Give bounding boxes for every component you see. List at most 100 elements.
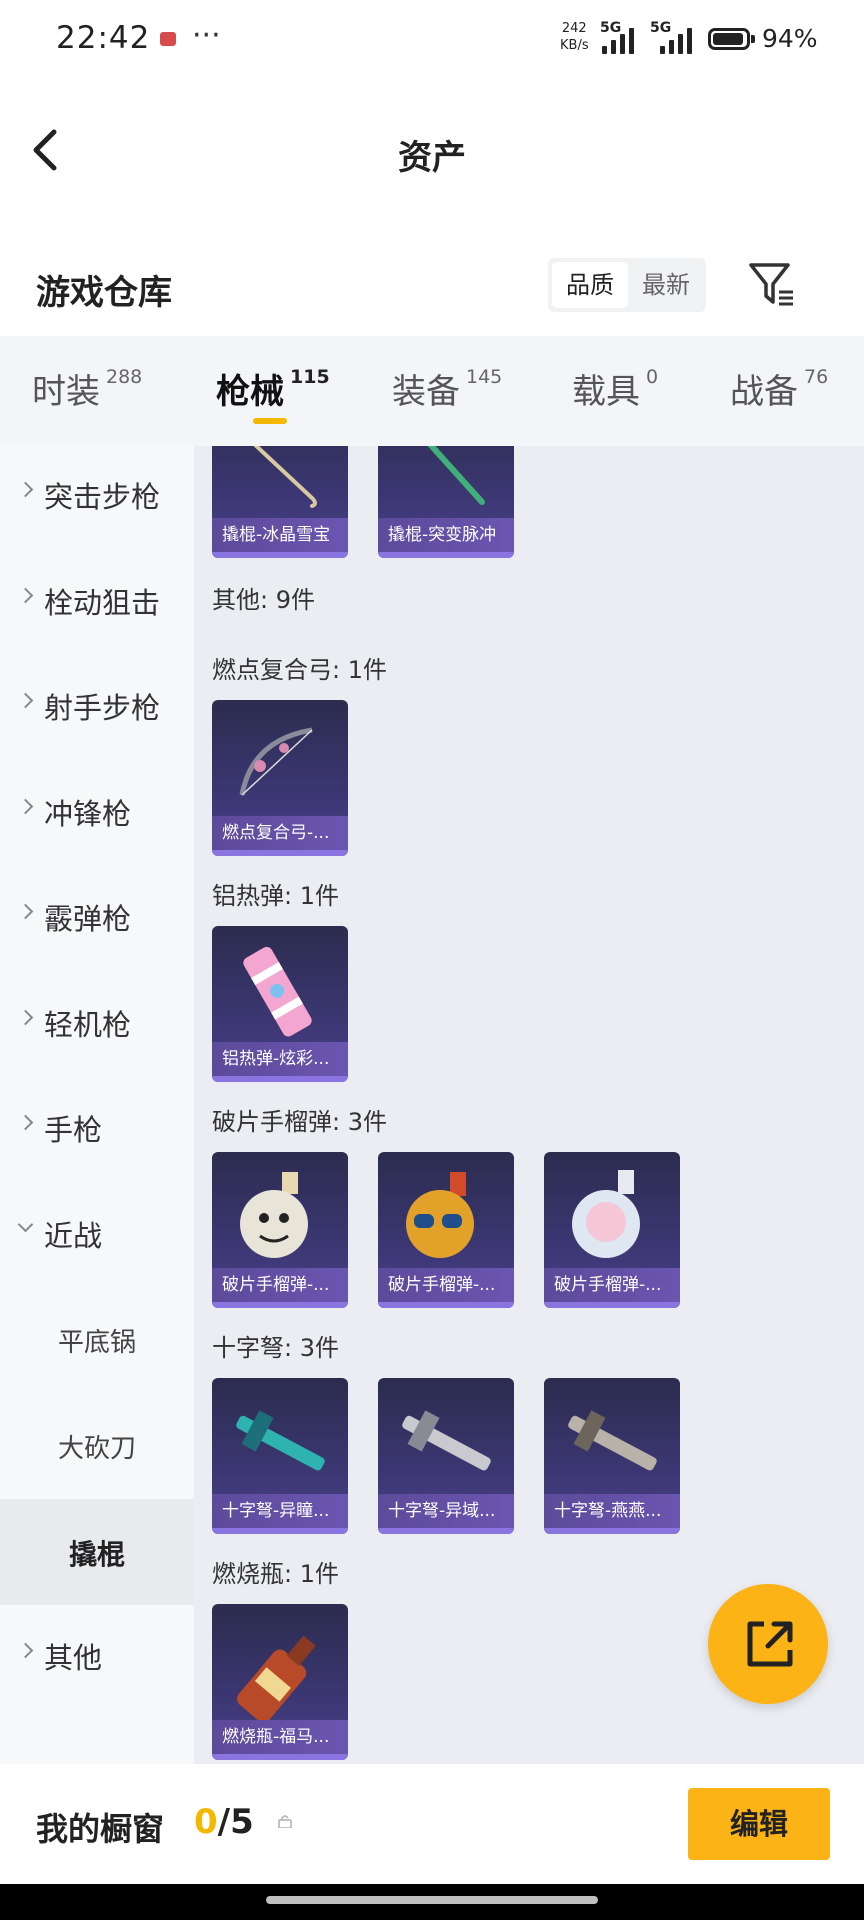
sidebar-item-label: 其他 xyxy=(44,1641,103,1675)
tab-count: 115 xyxy=(290,366,330,388)
section-heading: 其他: 9件 xyxy=(212,586,315,614)
sidebar-item-label: 撬棍 xyxy=(68,1538,125,1571)
share-icon xyxy=(747,1621,793,1667)
item-name: 十字弩-异瞳... xyxy=(212,1494,348,1528)
tab-label: 枪械 xyxy=(216,372,284,412)
item-name: 撬棍-突变脉冲 xyxy=(378,518,514,552)
sidebar-item-label: 射手步枪 xyxy=(44,691,161,725)
share-button[interactable] xyxy=(708,1584,828,1704)
sort-quality-option[interactable]: 品质 xyxy=(552,262,628,308)
tab-label: 装备 xyxy=(392,372,460,412)
showcase-current: 0 xyxy=(194,1802,218,1842)
tab-count: 76 xyxy=(804,366,829,388)
battery-icon xyxy=(708,28,750,50)
sort-newest-option[interactable]: 最新 xyxy=(630,262,702,308)
sidebar-item-label: 平底锅 xyxy=(57,1328,136,1358)
category-tabs: 时装 288 枪械 115 装备 145 载具 0 战备 76 xyxy=(0,336,864,446)
lock-icon xyxy=(278,1815,292,1828)
tab-combat-gear[interactable]: 战备 76 xyxy=(730,364,828,413)
item-card[interactable]: 铝热弹-炫彩... xyxy=(212,926,348,1082)
item-card[interactable]: 燃点复合弓-... xyxy=(212,700,348,856)
item-card[interactable]: 十字弩-异域... xyxy=(378,1378,514,1534)
item-card[interactable]: 撬棍-突变脉冲 xyxy=(378,446,514,558)
tab-equipment[interactable]: 装备 145 xyxy=(392,364,502,413)
chevron-right-icon xyxy=(17,587,34,604)
sidebar-item-label: 冲锋枪 xyxy=(44,797,132,831)
sidebar-item-shotgun[interactable]: 霰弹枪 xyxy=(0,876,194,956)
item-card[interactable]: 破片手榴弹-... xyxy=(212,1152,348,1308)
showcase-total: /5 xyxy=(217,1802,254,1842)
item-grid: 撬棍-冰晶雪宝 撬棍-突变脉冲 其他: 9件 燃点复合弓: 1件 燃点复合弓-.… xyxy=(194,446,864,1764)
sidebar: 突击步枪 栓动狙击 射手步枪 冲锋枪 霰弹枪 轻机枪 手枪 近战 平底锅 大砍刀… xyxy=(0,446,194,1764)
notification-app-icon xyxy=(160,32,176,46)
tab-firearms[interactable]: 枪械 115 xyxy=(216,364,330,413)
tab-fashion[interactable]: 时装 288 xyxy=(32,364,142,413)
sidebar-item-other[interactable]: 其他 xyxy=(0,1615,194,1695)
item-name: 燃烧瓶-福马... xyxy=(212,1720,348,1754)
sidebar-item-marksman-rifle[interactable]: 射手步枪 xyxy=(0,665,194,745)
section-heading: 铝热弹: 1件 xyxy=(212,882,339,910)
item-name: 燃点复合弓-... xyxy=(212,816,348,850)
chevron-right-icon xyxy=(17,1642,34,1659)
item-card[interactable]: 十字弩-燕燕... xyxy=(544,1378,680,1534)
more-notifications-icon: ··· xyxy=(192,18,221,53)
sidebar-item-assault-rifle[interactable]: 突击步枪 xyxy=(0,454,194,534)
edit-button[interactable]: 编辑 xyxy=(688,1788,830,1860)
sidebar-item-melee[interactable]: 近战 xyxy=(0,1193,194,1273)
sidebar-item-pistol[interactable]: 手枪 xyxy=(0,1087,194,1167)
sidebar-subitem-machete[interactable]: 大砍刀 xyxy=(0,1404,194,1484)
network-speed-value: 242 xyxy=(561,21,587,36)
sidebar-item-label: 突击步枪 xyxy=(44,480,161,514)
sidebar-item-smg[interactable]: 冲锋枪 xyxy=(0,771,194,851)
showcase-count: 0/5 xyxy=(194,1802,254,1842)
chevron-right-icon xyxy=(17,798,34,815)
tab-vehicles[interactable]: 载具 0 xyxy=(572,364,658,413)
sidebar-item-label: 手枪 xyxy=(44,1113,103,1147)
tab-label: 载具 xyxy=(572,372,640,412)
item-name: 铝热弹-炫彩... xyxy=(212,1042,348,1076)
tab-count: 145 xyxy=(466,366,503,388)
chevron-right-icon xyxy=(17,1009,34,1026)
filter-button[interactable] xyxy=(748,260,796,308)
sidebar-item-label: 霰弹枪 xyxy=(44,902,132,936)
network-speed-unit: KB/s xyxy=(560,38,589,53)
showcase-bar: 我的橱窗 0/5 编辑 xyxy=(0,1764,864,1884)
chevron-right-icon xyxy=(17,481,34,498)
status-time: 22:42 xyxy=(56,20,151,56)
item-card[interactable]: 燃烧瓶-福马... xyxy=(212,1604,348,1760)
item-name: 破片手榴弹-... xyxy=(378,1268,514,1302)
item-name: 破片手榴弹-... xyxy=(212,1268,348,1302)
sidebar-subitem-crowbar[interactable]: 撬棍 xyxy=(0,1499,194,1605)
status-bar: 22:42 ··· 242 KB/s 5G 5G 94% xyxy=(0,0,864,80)
sidebar-item-label: 轻机枪 xyxy=(44,1008,132,1042)
showcase-label: 我的橱窗 xyxy=(36,1810,165,1848)
sort-toggle: 品质 最新 xyxy=(548,258,706,312)
page-title: 资产 xyxy=(398,138,466,178)
tab-label: 时装 xyxy=(32,372,100,412)
battery-tip xyxy=(751,35,755,43)
item-card[interactable]: 十字弩-异瞳... xyxy=(212,1378,348,1534)
chevron-down-icon xyxy=(17,1216,34,1233)
item-card[interactable]: 破片手榴弹-... xyxy=(378,1152,514,1308)
item-card[interactable]: 撬棍-冰晶雪宝 xyxy=(212,446,348,558)
section-heading: 十字弩: 3件 xyxy=(212,1334,339,1362)
chevron-right-icon xyxy=(17,692,34,709)
item-name: 撬棍-冰晶雪宝 xyxy=(212,518,348,552)
item-card[interactable]: 破片手榴弹-... xyxy=(544,1152,680,1308)
section-heading: 燃点复合弓: 1件 xyxy=(212,656,387,684)
section-heading: 破片手榴弹: 3件 xyxy=(212,1108,387,1136)
tab-count: 288 xyxy=(106,366,143,388)
home-indicator[interactable] xyxy=(266,1896,598,1904)
signal-2-icon xyxy=(660,24,700,54)
sidebar-item-lmg[interactable]: 轻机枪 xyxy=(0,982,194,1062)
sidebar-item-label: 大砍刀 xyxy=(57,1434,136,1464)
chevron-right-icon xyxy=(17,903,34,920)
sidebar-subitem-pan[interactable]: 平底锅 xyxy=(0,1298,194,1378)
sidebar-item-label: 近战 xyxy=(44,1219,103,1253)
sidebar-item-bolt-sniper[interactable]: 栓动狙击 xyxy=(0,560,194,640)
signal-1-icon xyxy=(602,24,642,54)
sidebar-item-label: 栓动狙击 xyxy=(44,586,161,620)
item-name: 十字弩-异域... xyxy=(378,1494,514,1528)
network-speed: 242 KB/s xyxy=(560,20,589,54)
item-name: 破片手榴弹-... xyxy=(544,1268,680,1302)
